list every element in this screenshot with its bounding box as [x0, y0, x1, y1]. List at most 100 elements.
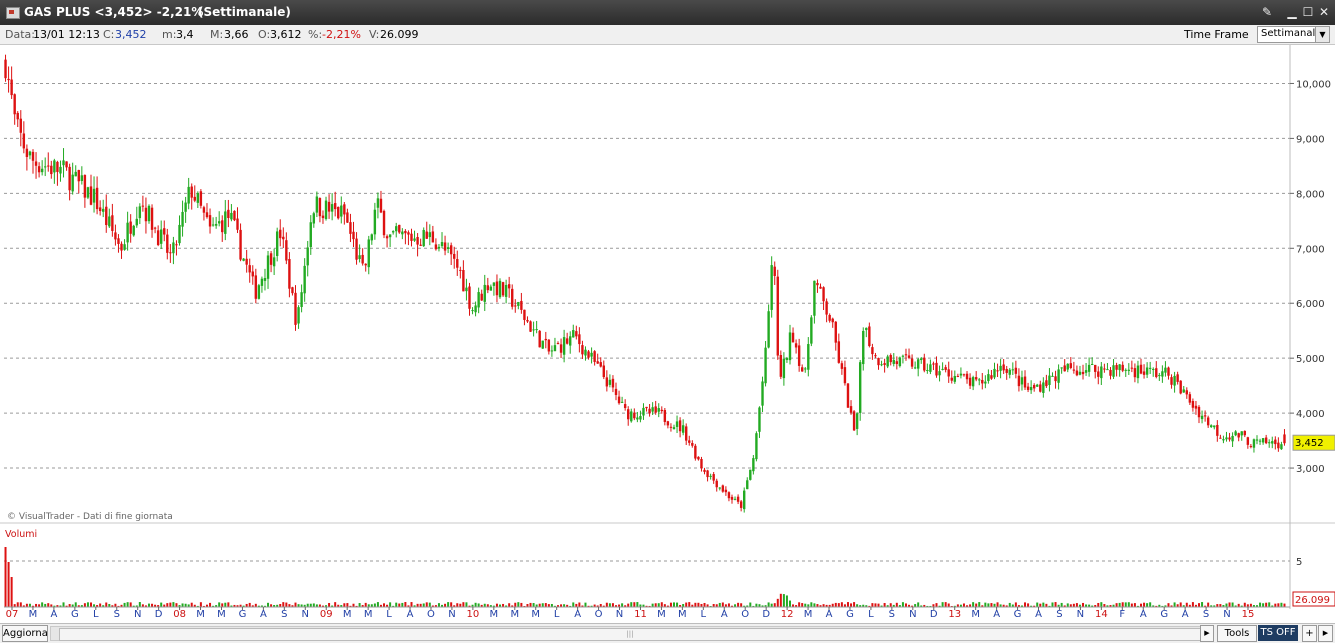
candle: [129, 214, 132, 243]
candle-body: [31, 151, 35, 161]
candle-body: [819, 286, 822, 289]
scroll-end-icon[interactable]: ▶: [1318, 625, 1333, 642]
candle-body: [1268, 442, 1271, 444]
candle: [74, 165, 77, 177]
candle-body: [648, 408, 651, 414]
candle: [630, 408, 633, 423]
candle-body: [877, 357, 880, 366]
candle: [401, 228, 404, 240]
candle: [608, 374, 612, 388]
add-button[interactable]: +: [1302, 625, 1317, 642]
candle-body: [553, 345, 557, 352]
candle: [291, 286, 294, 296]
candle-body: [880, 364, 883, 366]
scrollbar-thumb[interactable]: |||: [59, 628, 1201, 641]
tools-button[interactable]: Tools: [1217, 625, 1257, 642]
close-icon[interactable]: ✕: [1315, 3, 1333, 21]
x-tick-label: 09: [320, 609, 333, 620]
candle: [944, 364, 947, 373]
volume-bar: [364, 602, 367, 607]
candle-body: [416, 237, 419, 245]
volume-bar: [850, 603, 853, 607]
candle: [275, 227, 279, 262]
horizontal-scrollbar[interactable]: |||: [50, 626, 1214, 641]
volume-bar: [944, 602, 947, 607]
volume-bar: [410, 602, 413, 607]
candle-body: [172, 242, 175, 254]
dropdown-arrow-icon[interactable]: ▼: [1315, 27, 1329, 42]
candle: [321, 210, 325, 224]
scroll-right-icon[interactable]: ▶: [1200, 625, 1214, 642]
volume-bar: [465, 602, 468, 607]
chart-area[interactable]: 3,000 4,000 5,000 6,000 7,000 8,000 9,000 10,00…: [0, 45, 1335, 623]
candle-body: [275, 231, 279, 256]
x-tick-label: A: [1035, 609, 1042, 620]
candle-body: [315, 196, 319, 213]
volume-bar: [86, 602, 89, 607]
volume-bar: [917, 602, 920, 607]
candle: [1258, 438, 1262, 445]
candle-body: [498, 280, 502, 298]
candle-body: [956, 375, 960, 377]
x-tick-label: G: [1160, 609, 1168, 620]
candle-body: [721, 485, 725, 492]
candle: [1240, 431, 1243, 441]
candle: [1103, 363, 1106, 373]
price-tick-label: 6,000: [1296, 299, 1325, 310]
volume-bar: [517, 602, 520, 607]
candle: [556, 341, 560, 345]
candle: [971, 375, 975, 391]
candle: [517, 301, 520, 310]
candle: [1280, 441, 1283, 450]
volume-bar: [962, 603, 965, 607]
candle-body: [791, 332, 795, 343]
candle-body: [1194, 405, 1198, 409]
candle-body: [611, 378, 615, 388]
candle-body: [56, 161, 59, 172]
volume-bar: [1201, 602, 1204, 607]
tool-icon[interactable]: ✎: [1258, 3, 1276, 21]
candle-body: [74, 171, 77, 177]
candle: [437, 244, 441, 252]
volume-bar: [1060, 602, 1063, 607]
price-tick-label: 10,000: [1296, 79, 1331, 90]
volume-bar: [749, 602, 752, 607]
candle: [1118, 364, 1121, 377]
volume-bar: [605, 602, 608, 607]
candle-body: [410, 233, 413, 241]
candle: [1115, 362, 1118, 377]
volume-bar: [99, 603, 102, 607]
date-value: 13/01 12:13: [33, 28, 100, 41]
candle-body: [978, 379, 981, 381]
candle: [1176, 371, 1179, 385]
candle: [471, 307, 474, 315]
ts-off-button[interactable]: TS OFF: [1258, 625, 1298, 641]
candle: [28, 150, 32, 160]
time-frame-select[interactable]: Settimanale ▼: [1257, 26, 1330, 43]
candle: [315, 191, 319, 218]
candle: [932, 361, 935, 371]
candle: [13, 93, 16, 125]
candle: [260, 276, 264, 293]
candle: [95, 176, 99, 215]
candle-body: [517, 301, 520, 306]
candle-body: [840, 363, 844, 369]
volume-bar: [1280, 602, 1283, 607]
candle: [498, 278, 502, 299]
candle: [593, 350, 596, 366]
candle: [50, 160, 53, 179]
candle: [196, 191, 200, 208]
aggiorna-button[interactable]: Aggiorna: [2, 625, 48, 642]
candle-body: [981, 379, 984, 384]
candle: [1200, 410, 1204, 424]
candle-body: [89, 186, 93, 205]
candle: [529, 320, 532, 332]
candle-body: [898, 357, 902, 367]
candle: [263, 268, 267, 291]
candle-body: [285, 240, 288, 261]
volume-bar: [138, 602, 141, 607]
candle: [657, 403, 660, 418]
candle: [227, 199, 230, 228]
candle: [285, 232, 288, 265]
pct-label: %:: [308, 28, 323, 41]
